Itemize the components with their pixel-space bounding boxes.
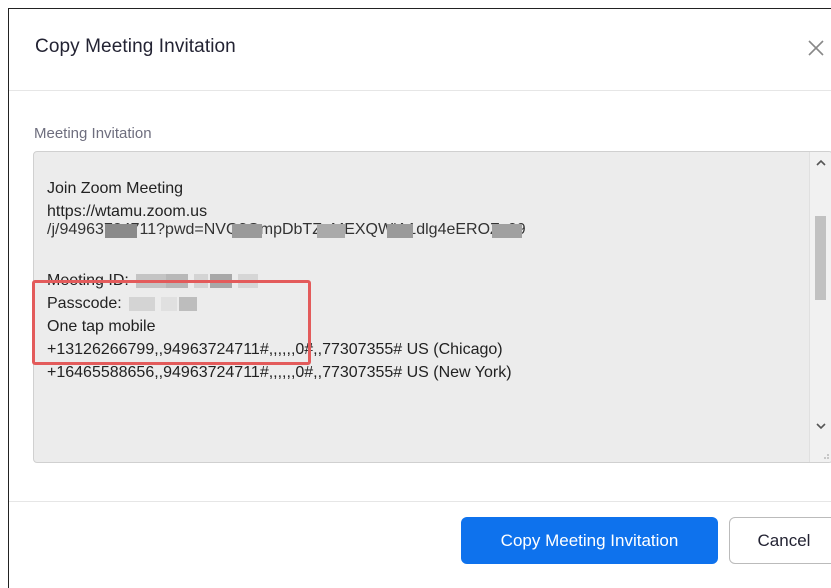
redaction-block	[232, 224, 262, 238]
scrollbar-thumb[interactable]	[815, 216, 826, 300]
footer-divider	[9, 501, 831, 502]
redaction-block	[387, 224, 413, 238]
cancel-button[interactable]: Cancel	[729, 517, 831, 564]
redaction-block	[317, 224, 345, 238]
dial-line: +16465588656,,94963724711#,,,,,,0#,,7730…	[47, 364, 512, 381]
redacted-meeting-id-part	[238, 273, 259, 288]
copy-invitation-dialog: Copy Meeting Invitation Meeting Invitati…	[8, 8, 831, 588]
invitation-text: Join Zoom Meeting https://wtamu.zoom.us …	[47, 177, 787, 384]
meeting-id-line: Meeting ID:	[47, 269, 787, 292]
url-blurred-line: /j/94963724711?pwd=NVQ3QmpDbTZuMEXQWjA1d…	[47, 223, 787, 246]
redacted-passcode-part	[161, 296, 178, 311]
url-line: https://wtamu.zoom.us	[47, 203, 208, 220]
resize-grip-icon[interactable]	[820, 450, 830, 460]
passcode-line: Passcode:	[47, 292, 787, 315]
meeting-id-label: Meeting ID:	[47, 272, 129, 289]
invitation-textarea[interactable]: Join Zoom Meeting https://wtamu.zoom.us …	[33, 151, 831, 463]
redaction-block	[105, 224, 137, 238]
copy-invitation-button[interactable]: Copy Meeting Invitation	[461, 517, 718, 564]
one-tap-line: One tap mobile	[47, 318, 156, 335]
close-x-icon	[808, 40, 824, 56]
redacted-passcode-part	[179, 296, 198, 311]
redacted-meeting-id	[136, 273, 167, 288]
close-button[interactable]	[804, 33, 828, 61]
dialog-header: Copy Meeting Invitation	[9, 9, 831, 91]
join-line: Join Zoom Meeting	[47, 180, 184, 197]
redacted-meeting-id-part	[210, 273, 233, 288]
redaction-block	[492, 224, 522, 238]
passcode-label: Passcode:	[47, 295, 122, 312]
dialog-title: Copy Meeting Invitation	[35, 36, 236, 57]
cropped-caption	[0, 0, 831, 8]
redacted-meeting-id-part	[194, 273, 209, 288]
dial-line: +13126266799,,94963724711#,,,,,,0#,,7730…	[47, 341, 503, 358]
scroll-down-arrow-icon[interactable]	[815, 421, 827, 431]
redacted-passcode	[129, 296, 156, 311]
redacted-meeting-id-part	[166, 273, 189, 288]
textarea-scrollbar[interactable]	[809, 152, 831, 462]
invitation-field-label: Meeting Invitation	[34, 125, 152, 142]
scroll-up-arrow-icon[interactable]	[815, 158, 827, 168]
